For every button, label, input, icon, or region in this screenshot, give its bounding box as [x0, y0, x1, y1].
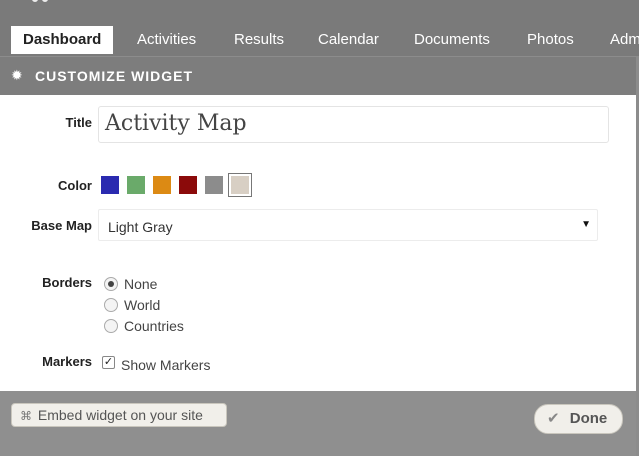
top-navigation-bar: Dashboard Activities Results Calendar Do… [0, 0, 639, 56]
tab-admin[interactable]: Adm [598, 26, 639, 54]
dialog-header: ✹ CUSTOMIZE WIDGET [0, 57, 636, 95]
done-button[interactable]: ✔ Done [534, 404, 623, 434]
color-swatch-gray[interactable] [205, 176, 223, 194]
checkmark-icon: ✔ [547, 410, 560, 427]
done-label: Done [569, 410, 608, 427]
color-swatch-green[interactable] [127, 176, 145, 194]
tab-calendar[interactable]: Calendar [306, 26, 391, 54]
title-label: Title [65, 115, 93, 130]
radio-label: Countries [124, 318, 184, 334]
base-map-select[interactable]: Light Gray ▼ [98, 209, 598, 241]
borders-label: Borders [42, 275, 92, 290]
base-map-label: Base Map [31, 218, 92, 233]
show-markers-label: Show Markers [121, 357, 211, 373]
markers-label: Markers [42, 354, 92, 369]
dialog-footer: ⌘ Embed widget on your site ✔ Done [0, 391, 636, 456]
radio-button[interactable] [104, 298, 118, 312]
base-map-value: Light Gray [108, 219, 173, 235]
radio-label: World [124, 297, 161, 313]
radio-button[interactable] [104, 319, 118, 333]
embed-widget-label: Embed widget on your site [37, 407, 203, 423]
tab-activities[interactable]: Activities [125, 26, 208, 54]
title-input[interactable]: Activity Map [98, 106, 609, 143]
color-swatch-orange[interactable] [153, 176, 171, 194]
tab-documents[interactable]: Documents [402, 26, 502, 54]
embed-code-icon: ⌘ [20, 409, 32, 423]
embed-widget-button[interactable]: ⌘ Embed widget on your site [11, 403, 227, 427]
customize-widget-dialog: ✹ CUSTOMIZE WIDGET Title Activity Map Co… [0, 57, 636, 447]
dialog-title: CUSTOMIZE WIDGET [35, 68, 194, 84]
color-swatch-blue[interactable] [101, 176, 119, 194]
gear-icon: ✹ [11, 67, 23, 83]
color-swatch-dark-red[interactable] [179, 176, 197, 194]
color-swatch-light-beige[interactable] [228, 173, 252, 197]
show-markers-checkbox[interactable]: ✓ [102, 356, 115, 369]
radio-button[interactable] [104, 277, 118, 291]
color-label: Color [58, 178, 92, 193]
site-logo[interactable] [18, 0, 64, 10]
tab-dashboard[interactable]: Dashboard [11, 26, 114, 54]
dropdown-arrow-icon: ▼ [581, 219, 591, 230]
radio-label: None [124, 276, 158, 292]
tab-photos[interactable]: Photos [515, 26, 586, 54]
tab-results[interactable]: Results [222, 26, 296, 54]
